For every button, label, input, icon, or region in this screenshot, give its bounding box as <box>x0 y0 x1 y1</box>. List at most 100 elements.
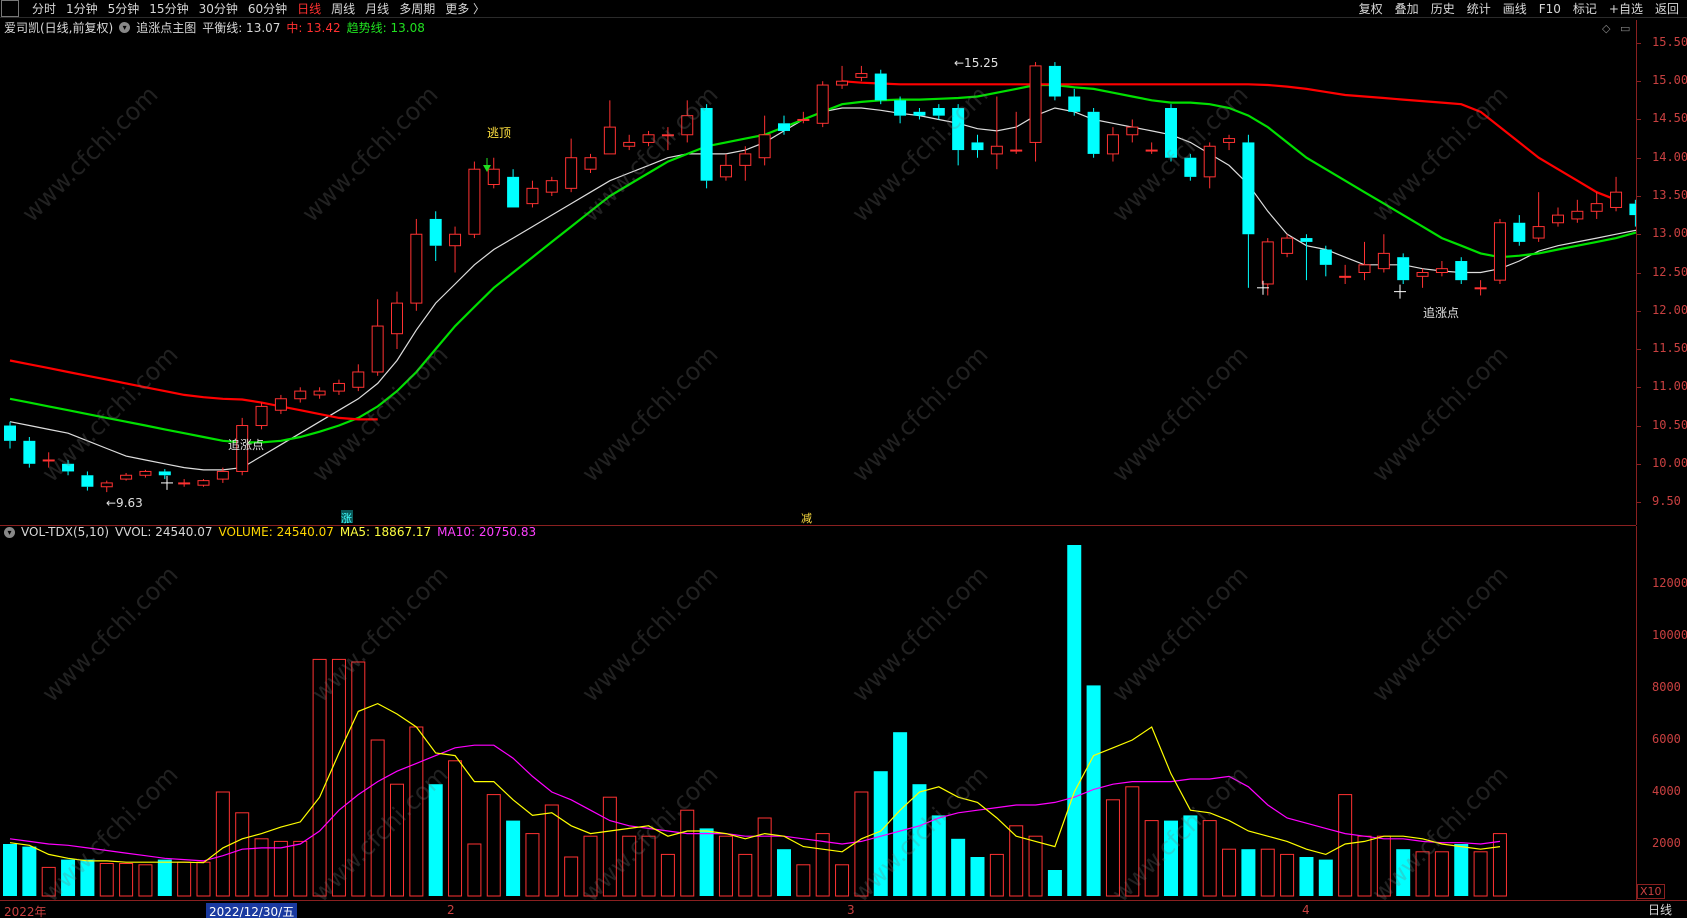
volume-bar <box>138 864 153 897</box>
candle <box>4 421 16 449</box>
toolbar-action-1[interactable]: 叠加 <box>1389 0 1425 18</box>
candle-body <box>487 168 500 186</box>
volume-unit: X10 <box>1637 884 1665 899</box>
period-tab-3[interactable]: 15分钟 <box>144 0 193 18</box>
volume-bar <box>467 843 482 897</box>
candle <box>449 226 462 273</box>
candle <box>1048 62 1061 101</box>
volume-bar <box>22 846 37 896</box>
volume-bar <box>119 863 134 897</box>
escape-top-label: 逃顶 <box>487 126 511 140</box>
volume-bar <box>1028 835 1043 897</box>
volume-bar <box>506 820 521 896</box>
candle <box>1145 142 1158 154</box>
top-toolbar: 分时 1分钟 5分钟 15分钟 30分钟 60分钟 日线 周线 月线 多周期 更多 〉 复权 叠加 历史… <box>0 0 1687 18</box>
price-tick-mark <box>1636 349 1641 350</box>
toolbar-action-2[interactable]: 历史 <box>1425 0 1461 18</box>
candle <box>100 480 113 493</box>
period-tabs: 分时 1分钟 5分钟 15分钟 30分钟 60分钟 日线 周线 月线 多周期 更多 〉 <box>27 0 490 18</box>
candle-body <box>816 84 829 124</box>
volume-tick-0: 12000 <box>1652 576 1687 590</box>
candle-body <box>371 325 384 373</box>
bottom-period-label[interactable]: 日线 <box>1648 901 1672 918</box>
volume-bar <box>409 726 424 897</box>
period-tab-5[interactable]: 60分钟 <box>243 0 292 18</box>
period-tab-4[interactable]: 30分钟 <box>194 0 243 18</box>
candle-body <box>158 471 171 476</box>
volume-bar <box>1318 859 1333 896</box>
candle-body <box>603 126 616 155</box>
toolbar-right-actions: 复权 叠加 历史 统计 画线 F10 标记 +自选 返回 <box>1353 0 1685 18</box>
volume-bar <box>1376 835 1391 897</box>
volume-bar <box>1454 844 1469 896</box>
price-tick-mark <box>1636 81 1641 83</box>
volume-bar <box>428 784 443 896</box>
candle-body <box>1184 157 1197 177</box>
candle-body <box>332 382 345 392</box>
volume-bar <box>1202 820 1217 897</box>
candle <box>526 180 539 208</box>
price-tick-8: 11.50 <box>1652 341 1687 355</box>
volume-chart[interactable] <box>0 528 1636 900</box>
toolbar-action-8[interactable]: 返回 <box>1649 0 1685 18</box>
price-tick-mark <box>1636 387 1641 389</box>
candle-body <box>216 470 229 480</box>
toolbar-action-4[interactable]: 画线 <box>1497 0 1533 18</box>
candle <box>313 387 326 399</box>
candle <box>1435 261 1448 277</box>
candle-body <box>197 480 210 486</box>
candle-body <box>120 474 133 480</box>
candle-body <box>391 302 403 335</box>
period-tab-7[interactable]: 周线 <box>326 0 360 18</box>
candle-body <box>545 180 558 193</box>
candle-body <box>1610 191 1623 208</box>
period-tab-9[interactable]: 多周期 <box>394 0 440 18</box>
price-chart[interactable]: ←9.63←15.25逃顶追涨点追涨点涨减 <box>0 20 1636 525</box>
candle <box>391 291 403 350</box>
candle <box>661 127 674 151</box>
period-tab-1[interactable]: 1分钟 <box>61 0 103 18</box>
volume-bar <box>680 809 695 897</box>
volume-bar <box>273 840 288 897</box>
candle <box>1203 142 1216 189</box>
period-tab-0[interactable]: 分时 <box>27 0 61 18</box>
candle-body <box>1532 226 1545 239</box>
toolbar-action-5[interactable]: F10 <box>1533 0 1567 18</box>
candle <box>1339 264 1352 284</box>
toolbar-action-3[interactable]: 统计 <box>1461 0 1497 18</box>
candle-body <box>1029 65 1042 143</box>
volume-bar <box>583 835 598 897</box>
candle-body <box>758 134 771 159</box>
candle-body <box>1377 252 1390 270</box>
candle <box>487 157 500 189</box>
candle <box>197 479 210 487</box>
candle-body <box>100 482 113 488</box>
price-tick-mark <box>1636 157 1641 159</box>
toolbar-action-7[interactable]: +自选 <box>1603 0 1649 18</box>
price-tick-11: 10.00 <box>1652 455 1687 470</box>
candle-body <box>661 134 674 137</box>
toolbar-action-0[interactable]: 复权 <box>1353 0 1389 18</box>
candle <box>1416 268 1429 288</box>
period-tab-6[interactable]: 日线 <box>292 0 326 18</box>
volume-bar <box>1164 820 1178 896</box>
menu-icon[interactable] <box>1 0 19 17</box>
toolbar-action-6[interactable]: 标记 <box>1567 0 1603 18</box>
volume-bar <box>951 838 966 896</box>
period-tab-8[interactable]: 月线 <box>360 0 394 18</box>
period-tab-2[interactable]: 5分钟 <box>103 0 145 18</box>
candle-body <box>1087 111 1100 154</box>
jian-label: 减 <box>801 512 812 525</box>
candle-body <box>507 176 520 208</box>
period-tab-10[interactable]: 更多 〉 <box>440 0 490 18</box>
candle <box>255 402 268 430</box>
volume-bar <box>1280 853 1295 897</box>
volume-tick-4: 4000 <box>1652 784 1681 798</box>
candle-body <box>913 111 926 116</box>
volume-bar <box>448 760 463 897</box>
candle-body <box>1571 210 1584 220</box>
date-axis: 2022年 2022/12/30/五 2 3 4 <box>0 900 1687 918</box>
volume-axis-line <box>1636 526 1637 900</box>
volume-bar <box>525 833 540 897</box>
candle <box>603 100 616 155</box>
